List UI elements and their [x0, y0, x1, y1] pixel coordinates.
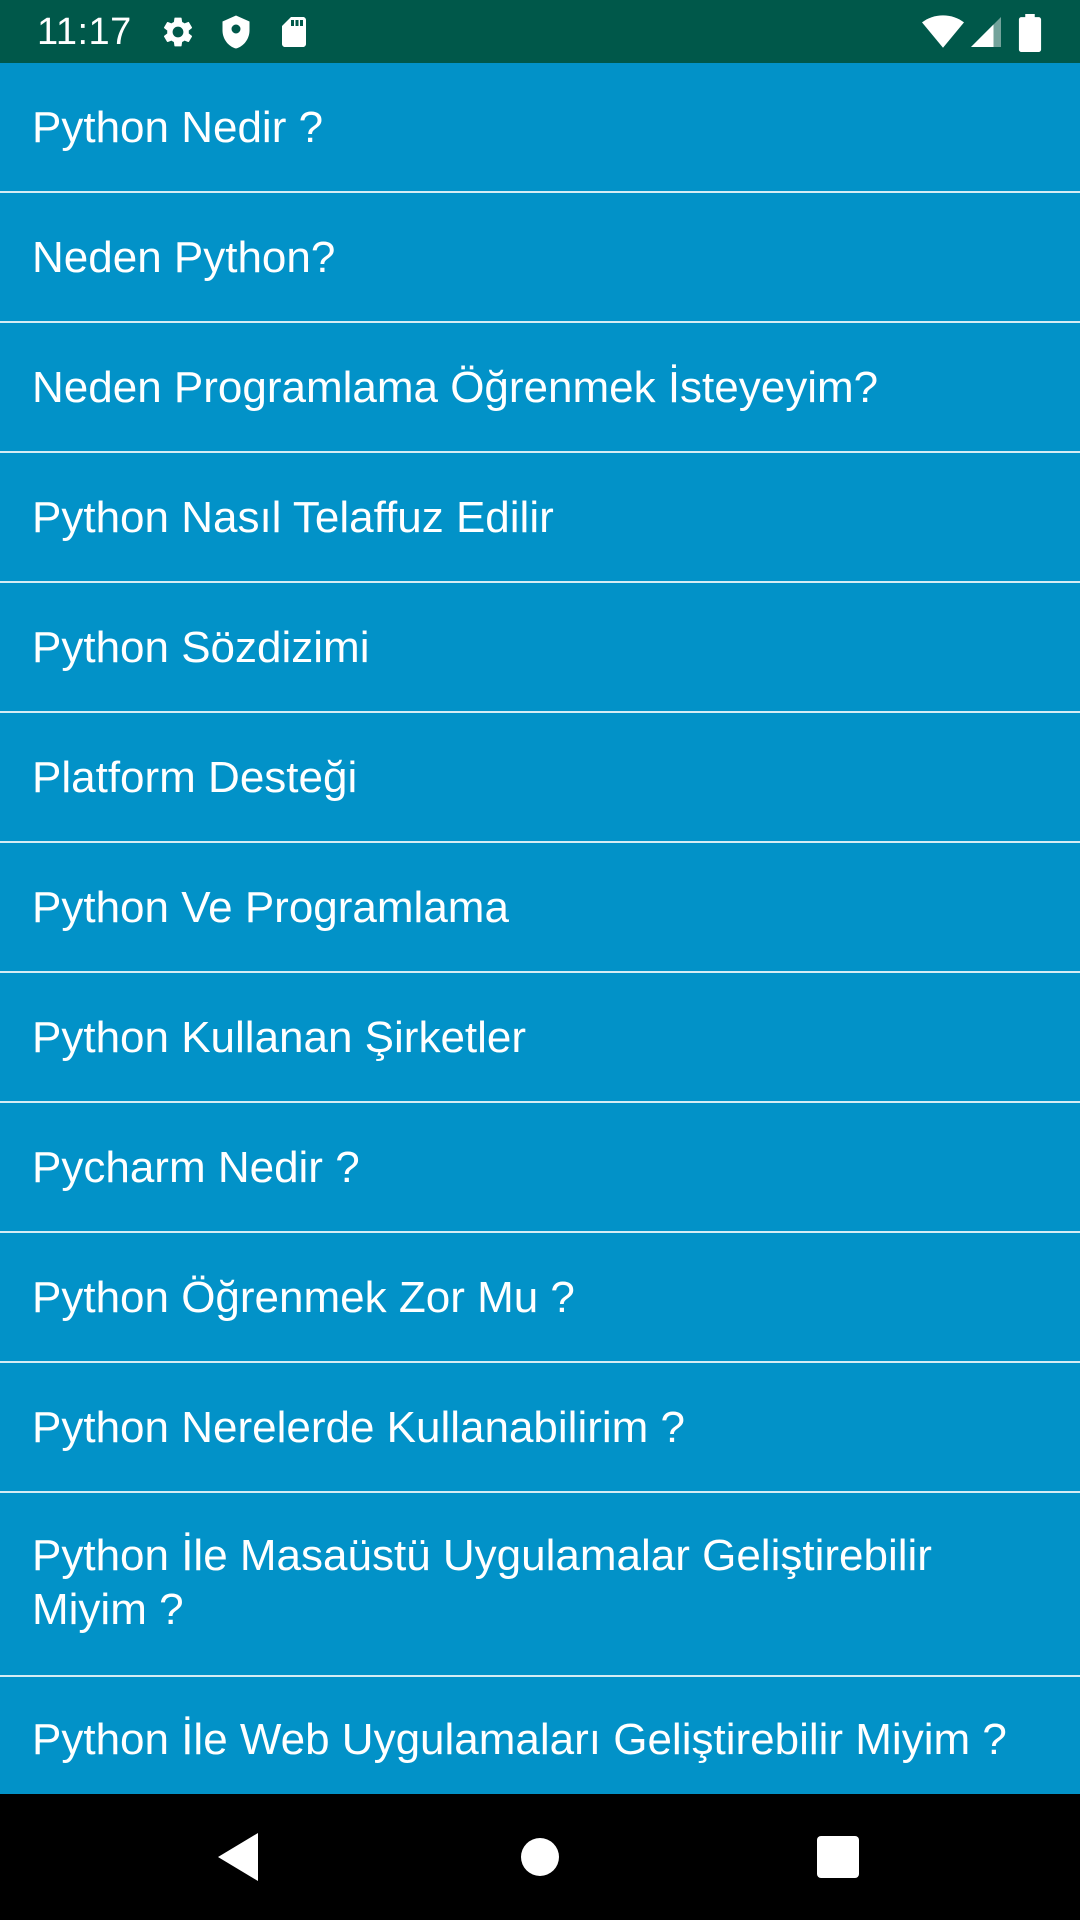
list-item[interactable]: Pycharm Nedir ?	[0, 1103, 1080, 1233]
back-icon[interactable]	[208, 1827, 268, 1887]
list-item-label: Python Nasıl Telaffuz Edilir	[32, 493, 554, 542]
list-item[interactable]: Python Sözdizimi	[0, 583, 1080, 713]
list-item[interactable]: Python Kullanan Şirketler	[0, 973, 1080, 1103]
list-item-label: Platform Desteği	[32, 753, 358, 802]
list-item[interactable]: Python İle Web Uygulamaları Geliştirebil…	[0, 1677, 1080, 1794]
list-item[interactable]: Platform Desteği	[0, 713, 1080, 843]
status-bar: 11:17	[0, 0, 1080, 63]
list-item-label: Python Ve Programlama	[32, 883, 509, 932]
list-item[interactable]: Python Ve Programlama	[0, 843, 1080, 973]
sd-card-icon	[276, 14, 312, 50]
list-item-label: Pycharm Nedir ?	[32, 1143, 360, 1192]
list-item[interactable]: Neden Python?	[0, 193, 1080, 323]
recents-icon[interactable]	[808, 1827, 868, 1887]
list-item-label: Python Sözdizimi	[32, 623, 370, 672]
list-item-label: Python Kullanan Şirketler	[32, 1013, 527, 1062]
list-item[interactable]: Python Nedir ?	[0, 63, 1080, 193]
home-icon[interactable]	[510, 1827, 570, 1887]
list-item-label: Python İle Web Uygulamaları Geliştirebil…	[32, 1715, 1007, 1764]
list-item[interactable]: Python Nerelerde Kullanabilirim ?	[0, 1363, 1080, 1493]
status-time: 11:17	[37, 11, 132, 53]
list-item-label: Python Öğrenmek Zor Mu ?	[32, 1273, 575, 1322]
wifi-icon	[922, 14, 964, 50]
list-item-label: Python Nerelerde Kullanabilirim ?	[32, 1403, 685, 1452]
list-item-label: Neden Python?	[32, 233, 336, 282]
list-item[interactable]: Python Nasıl Telaffuz Edilir	[0, 453, 1080, 583]
list-item[interactable]: Python Öğrenmek Zor Mu ?	[0, 1233, 1080, 1363]
shield-icon	[218, 14, 254, 50]
list-item-label: Python İle Masaüstü Uygulamalar Geliştir…	[32, 1531, 932, 1634]
list-item[interactable]: Neden Programlama Öğrenmek İsteyeyim?	[0, 323, 1080, 453]
list-item-label: Python Nedir ?	[32, 103, 324, 152]
list-item[interactable]: Python İle Masaüstü Uygulamalar Geliştir…	[0, 1493, 1080, 1677]
signal-icon	[968, 14, 1004, 50]
battery-icon	[1018, 14, 1046, 52]
topic-list[interactable]: Python Nedir ? Neden Python? Neden Progr…	[0, 63, 1080, 1794]
settings-icon	[160, 14, 196, 50]
navigation-bar	[0, 1794, 1080, 1920]
list-item-label: Neden Programlama Öğrenmek İsteyeyim?	[32, 363, 879, 412]
